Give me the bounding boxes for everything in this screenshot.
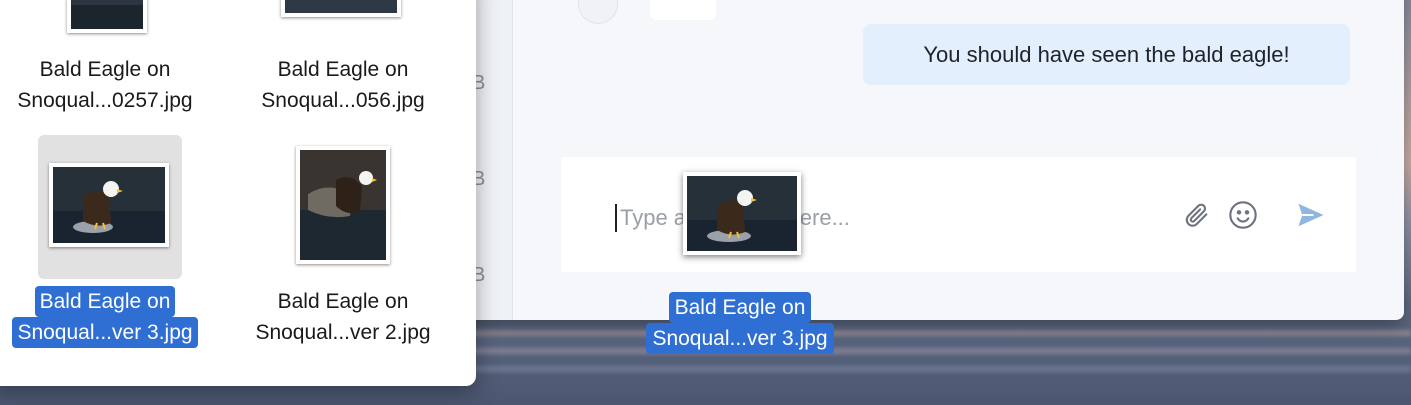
file-thumbnail xyxy=(67,0,147,33)
text-caret xyxy=(615,204,617,232)
file-name-line2: Snoqual...ver 2.jpg xyxy=(255,321,431,344)
file-name-line2: Snoqual...0257.jpg xyxy=(17,89,193,112)
avatar xyxy=(578,0,618,24)
file-name-line1: Bald Eagle on xyxy=(277,58,409,81)
file-thumbnail xyxy=(296,146,390,264)
paperclip-icon[interactable] xyxy=(1179,197,1215,233)
file-thumbnail xyxy=(281,0,401,17)
file-name-line1: Bald Eagle on xyxy=(0,286,220,317)
drag-preview-label: Bald Eagle on Snoqual...ver 3.jpg xyxy=(620,292,860,354)
message-bubble: You should have seen the bald eagle! xyxy=(863,24,1350,85)
file-name-line1: Bald Eagle on xyxy=(277,290,409,313)
file-thumbnail xyxy=(49,163,169,247)
contact-name xyxy=(650,0,716,20)
file-name-line2: Snoqual...ver 3.jpg xyxy=(0,317,220,348)
drag-preview-thumbnail xyxy=(683,172,801,255)
smiley-icon[interactable] xyxy=(1225,197,1261,233)
finder-window: Bald Eagle on Snoqual...0257.jpg Bald Ea… xyxy=(0,0,476,386)
message-text: You should have seen the bald eagle! xyxy=(923,41,1290,67)
file-name-line1: Bald Eagle on xyxy=(39,58,171,81)
send-icon[interactable] xyxy=(1291,197,1331,233)
message-composer xyxy=(561,157,1356,272)
file-name-line2: Snoqual...056.jpg xyxy=(261,89,425,112)
